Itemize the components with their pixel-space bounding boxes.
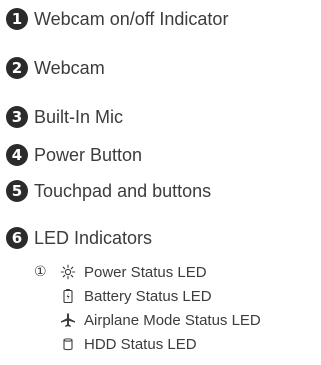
legend-item-label: Touchpad and buttons: [34, 180, 212, 201]
legend-item-label: Built-In Mic: [34, 106, 124, 127]
legend-item-touchpad: 5 Touchpad and buttons: [6, 178, 211, 204]
circled-marker: ①: [34, 264, 47, 280]
legend-item-label: LED Indicators: [34, 227, 153, 248]
legend-item-label: Webcam on/off Indicator: [34, 8, 229, 29]
legend-item-built-in-mic: 3 Built-In Mic: [6, 104, 123, 130]
led-entry-power-status: ① Power Status LED: [34, 262, 207, 282]
legend-item-webcam: 2 Webcam: [6, 55, 105, 81]
led-entry-label: Airplane Mode Status LED: [84, 311, 261, 329]
number-badge: 4: [6, 144, 28, 166]
legend-item-webcam-indicator: 1 Webcam on/off Indicator: [6, 6, 228, 32]
legend-item-led-indicators: 6 LED Indicators: [6, 225, 152, 251]
airplane-icon: [61, 313, 75, 327]
led-entry-label: HDD Status LED: [84, 335, 197, 353]
sun-icon: [60, 264, 76, 280]
battery-icon: [63, 289, 73, 304]
number-badge: 5: [6, 180, 28, 202]
led-entry-label: Battery Status LED: [84, 287, 212, 305]
led-entry-airplane-mode-status: Airplane Mode Status LED: [60, 310, 261, 330]
legend-item-power-button: 4 Power Button: [6, 142, 142, 168]
legend-item-label: Webcam: [34, 57, 105, 78]
number-badge: 6: [6, 227, 28, 249]
hdd-icon: [63, 338, 73, 351]
number-badge: 3: [6, 106, 28, 128]
led-entry-label: Power Status LED: [84, 263, 207, 281]
led-entry-hdd-status: HDD Status LED: [60, 334, 197, 354]
number-badge: 2: [6, 57, 28, 79]
number-badge: 1: [6, 8, 28, 30]
led-entry-battery-status: Battery Status LED: [60, 286, 212, 306]
legend-item-label: Power Button: [34, 144, 143, 165]
